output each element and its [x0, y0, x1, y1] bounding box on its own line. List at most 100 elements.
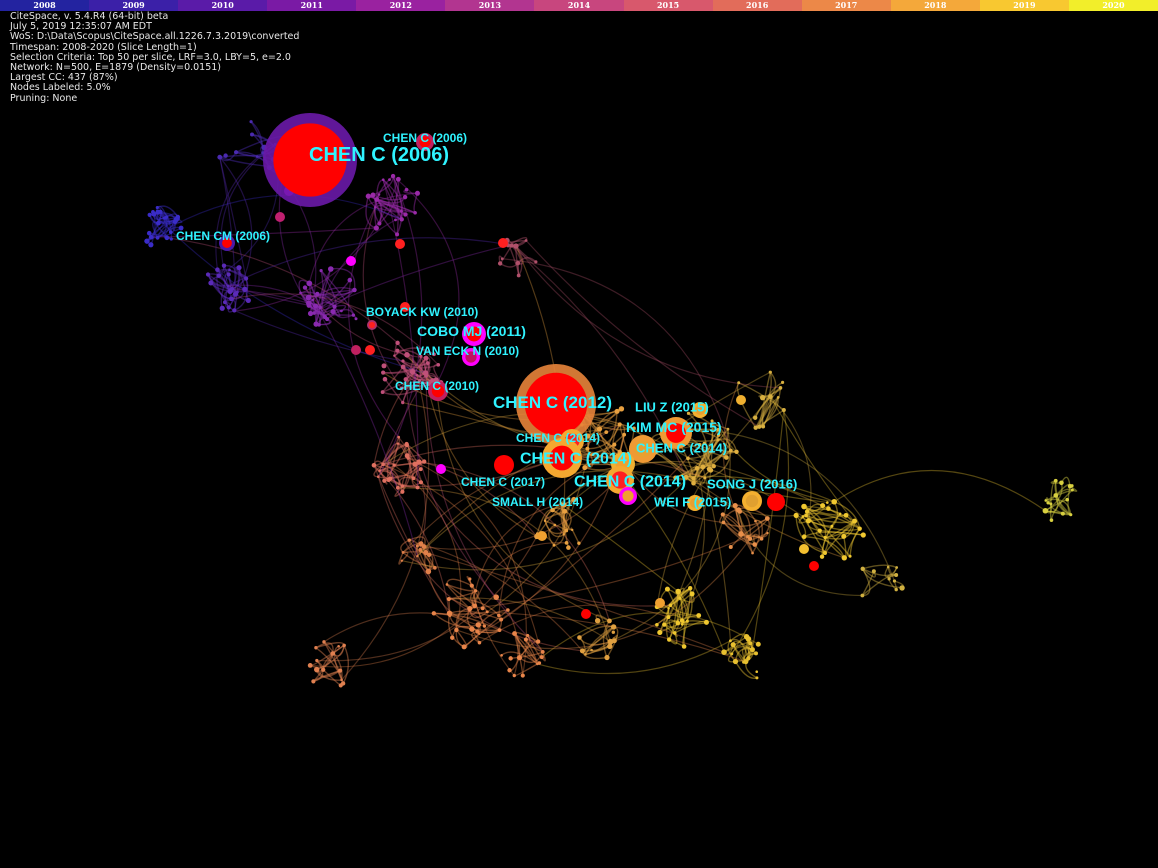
network-node[interactable] — [418, 480, 424, 485]
network-node[interactable] — [754, 651, 759, 656]
network-node[interactable] — [706, 466, 713, 472]
network-node[interactable] — [219, 305, 225, 311]
network-node[interactable] — [675, 620, 681, 626]
network-node[interactable] — [804, 513, 808, 518]
network-node[interactable] — [667, 607, 670, 610]
network-node[interactable] — [755, 670, 759, 674]
network-node[interactable] — [860, 566, 865, 571]
network-node[interactable] — [365, 193, 371, 199]
network-node[interactable] — [475, 622, 481, 628]
citation-node-core[interactable] — [745, 494, 759, 508]
network-node[interactable] — [721, 520, 726, 525]
network-node[interactable] — [396, 442, 400, 445]
network-node[interactable] — [175, 214, 181, 220]
network-node[interactable] — [737, 381, 741, 385]
network-node[interactable] — [809, 561, 819, 571]
network-node[interactable] — [321, 667, 326, 672]
network-node[interactable] — [1044, 499, 1048, 502]
network-node[interactable] — [155, 220, 161, 226]
network-node[interactable] — [388, 178, 391, 182]
network-node[interactable] — [302, 285, 308, 290]
network-node[interactable] — [761, 424, 766, 429]
network-node[interactable] — [312, 303, 319, 309]
network-node[interactable] — [759, 536, 764, 541]
network-node[interactable] — [395, 176, 401, 182]
network-node[interactable] — [887, 577, 891, 581]
network-node[interactable] — [734, 449, 739, 454]
network-node[interactable] — [399, 217, 404, 222]
network-node[interactable] — [838, 512, 842, 516]
network-node[interactable] — [614, 408, 620, 414]
network-node[interactable] — [400, 364, 406, 370]
network-node[interactable] — [168, 230, 173, 234]
network-node[interactable] — [508, 656, 513, 661]
network-node[interactable] — [500, 257, 504, 261]
network-node[interactable] — [534, 260, 538, 264]
network-node[interactable] — [826, 506, 831, 511]
network-node[interactable] — [1053, 478, 1058, 483]
network-node[interactable] — [497, 628, 502, 633]
network-node[interactable] — [477, 632, 481, 635]
network-node[interactable] — [242, 286, 248, 293]
network-node[interactable] — [895, 566, 899, 569]
network-node[interactable] — [392, 463, 396, 467]
network-node[interactable] — [841, 555, 847, 561]
network-node[interactable] — [415, 373, 419, 377]
network-node[interactable] — [245, 297, 251, 304]
network-node[interactable] — [730, 642, 736, 648]
network-node[interactable] — [666, 637, 672, 642]
network-node[interactable] — [822, 550, 827, 555]
network-node[interactable] — [299, 291, 302, 295]
network-node[interactable] — [686, 456, 690, 461]
network-node[interactable] — [590, 648, 593, 652]
network-node[interactable] — [823, 535, 827, 540]
network-node[interactable] — [1059, 480, 1064, 486]
network-node[interactable] — [406, 456, 410, 460]
network-node[interactable] — [604, 430, 609, 434]
network-node[interactable] — [416, 555, 419, 558]
network-node[interactable] — [820, 503, 826, 509]
network-node[interactable] — [607, 643, 613, 650]
network-node[interactable] — [564, 540, 569, 545]
network-node[interactable] — [232, 291, 239, 297]
network-node[interactable] — [332, 304, 337, 309]
network-node[interactable] — [696, 613, 702, 618]
network-node[interactable] — [860, 593, 865, 598]
network-node[interactable] — [400, 489, 405, 494]
network-node[interactable] — [581, 609, 591, 619]
network-node[interactable] — [374, 197, 380, 202]
network-node[interactable] — [395, 232, 400, 237]
citation-node[interactable] — [494, 455, 514, 475]
network-node[interactable] — [401, 400, 405, 405]
network-node[interactable] — [403, 212, 408, 217]
network-node[interactable] — [672, 631, 677, 635]
network-node[interactable] — [217, 154, 223, 160]
network-node[interactable] — [307, 310, 314, 317]
network-node[interactable] — [604, 654, 610, 661]
network-node[interactable] — [894, 587, 898, 592]
network-node[interactable] — [1046, 501, 1050, 505]
network-node[interactable] — [482, 624, 487, 628]
network-node[interactable] — [373, 225, 379, 231]
network-node[interactable] — [562, 533, 566, 536]
network-node[interactable] — [610, 624, 617, 630]
network-node[interactable] — [843, 512, 849, 518]
network-node[interactable] — [433, 566, 437, 570]
network-node[interactable] — [804, 509, 810, 514]
network-node[interactable] — [729, 639, 732, 643]
network-node[interactable] — [236, 265, 242, 271]
network-node[interactable] — [594, 617, 601, 624]
network-node[interactable] — [411, 476, 416, 481]
network-node[interactable] — [423, 549, 429, 556]
network-node[interactable] — [691, 476, 696, 481]
network-node[interactable] — [365, 345, 375, 355]
network-node[interactable] — [250, 132, 255, 137]
network-node[interactable] — [721, 649, 727, 655]
citation-node-core[interactable] — [770, 496, 782, 508]
network-node[interactable] — [424, 374, 429, 378]
network-node[interactable] — [425, 568, 432, 575]
network-node[interactable] — [535, 639, 541, 644]
network-node[interactable] — [377, 221, 382, 226]
network-node[interactable] — [208, 280, 214, 286]
network-node[interactable] — [413, 210, 417, 215]
